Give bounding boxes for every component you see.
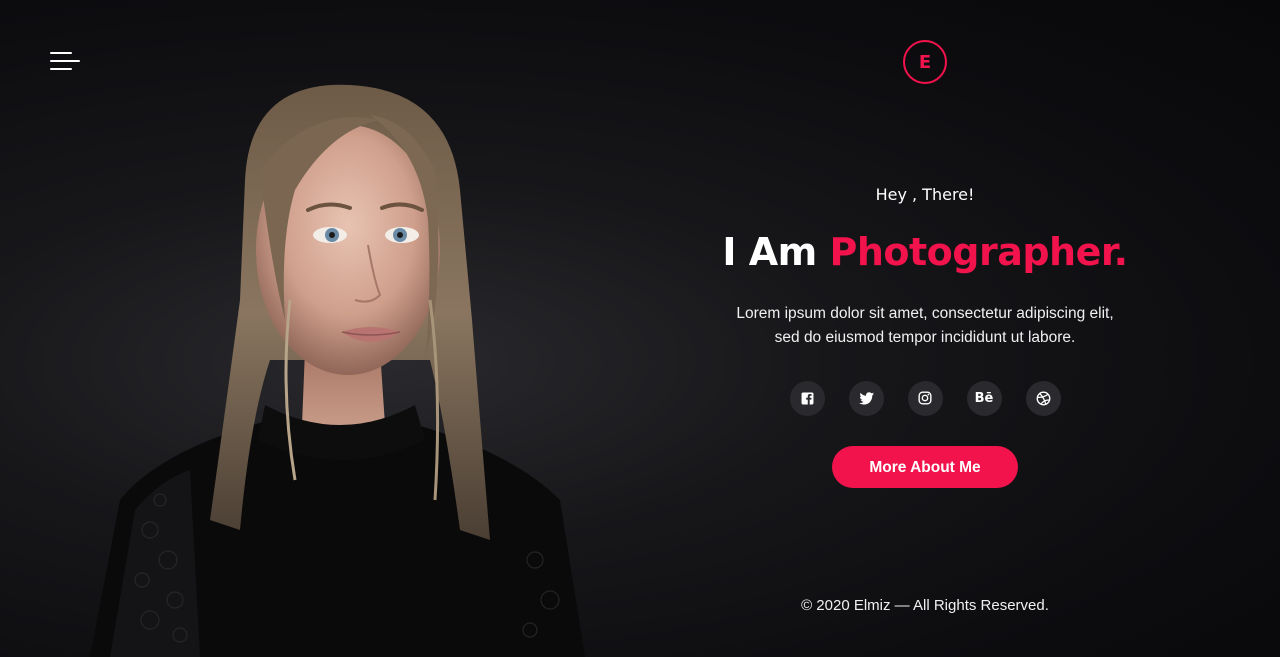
twitter-link[interactable] <box>848 380 884 416</box>
facebook-link[interactable] <box>789 380 825 416</box>
dribbble-link[interactable] <box>1025 380 1061 416</box>
hero-section: Hey , There! I Am Photographer. Lorem ip… <box>660 180 1190 488</box>
instagram-link[interactable] <box>907 380 943 416</box>
hero-description: Lorem ipsum dolor sit amet, consectetur … <box>736 304 1114 346</box>
hero-headline: I Am Photographer. <box>660 230 1190 274</box>
page: E Hey , There! I Am Photographer. Lorem … <box>0 0 1280 657</box>
portrait-photo <box>90 84 585 657</box>
more-about-me-button[interactable]: More About Me <box>832 445 1018 488</box>
behance-link[interactable]: Bē <box>966 380 1002 416</box>
headline-accent: Photographer. <box>829 230 1128 274</box>
hamburger-menu-icon[interactable] <box>50 52 82 72</box>
footer-copyright: © 2020 Elmiz — All Rights Reserved. <box>801 597 1049 614</box>
twitter-icon <box>858 392 874 405</box>
behance-icon: Bē <box>974 390 994 406</box>
instagram-icon <box>918 391 932 405</box>
facebook-icon <box>801 392 813 405</box>
greeting-text: Hey , There! <box>875 185 975 204</box>
logo-letter: E <box>918 51 932 73</box>
headline-prefix: I Am <box>722 230 817 274</box>
logo[interactable]: E <box>903 40 947 84</box>
social-links: Bē <box>660 380 1190 416</box>
dribbble-icon <box>1036 391 1050 406</box>
